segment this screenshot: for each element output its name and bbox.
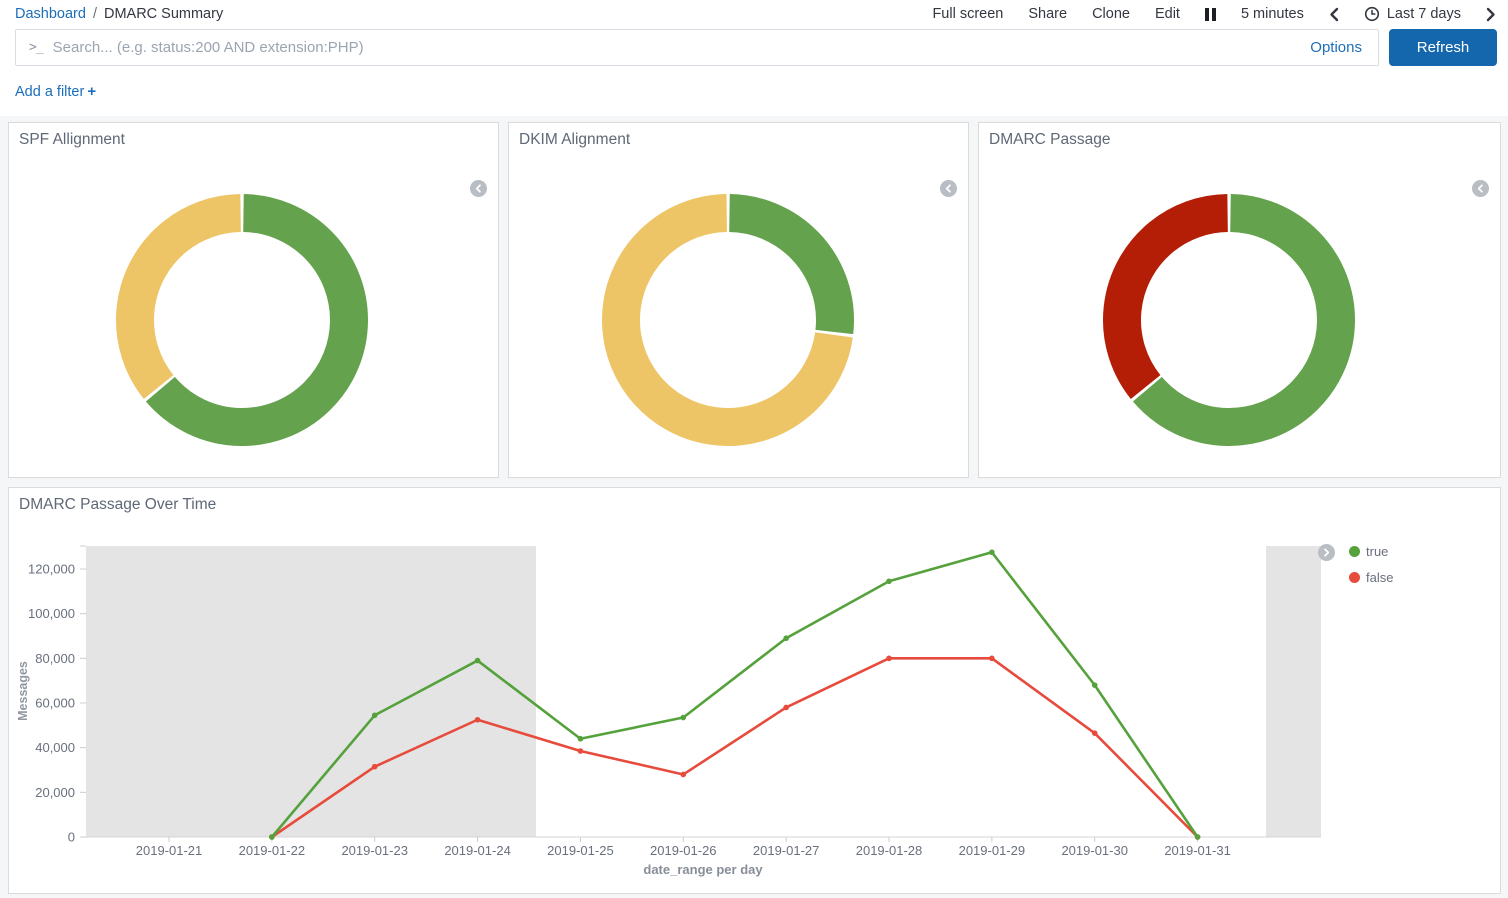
chevron-left-icon [1476,184,1485,193]
chevron-right-icon [1322,548,1331,557]
data-point-true[interactable] [475,658,481,664]
top-bar: Dashboard / DMARC Summary Full screen Sh… [0,0,1508,26]
y-tick-label: 60,000 [35,696,75,711]
chevron-left-icon [1329,7,1339,22]
y-tick-label: 100,000 [28,606,75,621]
data-point-true[interactable] [680,715,686,721]
data-point-true[interactable] [578,736,584,742]
collapse-legend-button[interactable] [1472,180,1489,197]
legend-item-false[interactable]: false [1349,567,1393,588]
breadcrumb-current: DMARC Summary [104,6,223,22]
data-point-true[interactable] [989,549,995,555]
data-point-false[interactable] [475,717,481,723]
time-back-button[interactable] [1329,7,1339,22]
x-tick-label: 2019-01-25 [547,843,614,858]
plus-icon: + [87,83,96,100]
add-filter-label: Add a filter [15,84,84,100]
x-tick-label: 2019-01-23 [341,843,408,858]
spf-donut-chart[interactable] [102,180,382,460]
options-button[interactable]: Options [1294,39,1378,56]
y-axis-title: Messages [16,661,30,721]
x-tick-label: 2019-01-26 [650,843,717,858]
panel-title: DMARC Passage [989,131,1110,149]
data-point-false[interactable] [989,656,995,662]
data-point-false[interactable] [1092,730,1098,736]
search-input[interactable] [53,39,1295,56]
dkim-alignment-panel: DKIM Alignment [508,122,969,478]
x-tick-label: 2019-01-31 [1164,843,1231,858]
collapse-legend-button[interactable] [940,180,957,197]
x-tick-label: 2019-01-28 [856,843,923,858]
terminal-prompt-icon: >_ [16,40,53,55]
share-button[interactable]: Share [1028,6,1067,22]
y-tick-label: 0 [68,830,75,845]
full-screen-button[interactable]: Full screen [932,6,1003,22]
y-tick-label: 120,000 [28,562,75,577]
data-point-true[interactable] [783,635,789,641]
breadcrumb-separator: / [93,6,97,22]
clock-icon [1364,6,1380,22]
collapse-legend-button[interactable] [470,180,487,197]
partial-bucket-band-left [86,546,536,837]
data-point-false[interactable] [578,748,584,754]
panel-title: SPF Allignment [19,131,125,149]
chevron-left-icon [474,184,483,193]
search-row: >_ Options Refresh [0,26,1508,66]
x-tick-label: 2019-01-30 [1061,843,1128,858]
y-tick-label: 20,000 [35,785,75,800]
top-menu: Full screen Share Clone Edit 5 minutes L… [932,6,1496,22]
data-point-true[interactable] [1092,682,1098,688]
dmarc-donut-chart[interactable] [1089,180,1369,460]
clone-button[interactable]: Clone [1092,6,1130,22]
data-point-true[interactable] [269,834,275,840]
legend-label: false [1366,570,1393,585]
legend-label: true [1366,544,1388,559]
dmarc-over-time-panel: DMARC Passage Over Time 020,00040,00060,… [8,487,1501,894]
x-tick-label: 2019-01-22 [239,843,306,858]
pause-icon [1205,8,1216,21]
x-tick-label: 2019-01-21 [136,843,203,858]
chart-legend: true false [1349,541,1393,588]
data-point-true[interactable] [372,712,378,718]
legend-toggle-button[interactable] [1318,544,1335,561]
legend-dot [1349,572,1360,583]
chevron-left-icon [944,184,953,193]
data-point-false[interactable] [886,656,892,662]
spf-alignment-panel: SPF Allignment [8,122,499,478]
x-tick-label: 2019-01-24 [444,843,511,858]
panel-title: DKIM Alignment [519,131,630,149]
search-box: >_ Options [15,29,1379,66]
dashboard-area: SPF Allignment DKIM Alignment DMARC Pass… [0,116,1508,898]
dmarc-over-time-chart[interactable]: 0 20,000 40,000 60,000 80,000 100,000 120,000 2… [9,488,1500,892]
dmarc-passage-panel: DMARC Passage [978,122,1501,478]
y-tick-label: 80,000 [35,651,75,666]
x-tick-label: 2019-01-29 [959,843,1026,858]
breadcrumb: Dashboard / DMARC Summary [15,6,223,22]
time-range-label: Last 7 days [1387,6,1461,22]
data-point-true[interactable] [886,578,892,584]
data-point-false[interactable] [680,772,686,778]
partial-bucket-band-right [1266,546,1321,837]
legend-dot [1349,546,1360,557]
add-filter-button[interactable]: Add a filter+ [15,84,96,100]
edit-button[interactable]: Edit [1155,6,1180,22]
x-axis-title: date_range per day [643,862,763,877]
time-range-button[interactable]: Last 7 days [1364,6,1461,22]
legend-item-true[interactable]: true [1349,541,1393,562]
time-forward-button[interactable] [1486,7,1496,22]
filter-row: Add a filter+ [0,66,1508,100]
refresh-interval-button[interactable]: 5 minutes [1241,6,1304,22]
x-tick-label: 2019-01-27 [753,843,820,858]
data-point-false[interactable] [372,764,378,770]
chevron-right-icon [1486,7,1496,22]
y-tick-label: 40,000 [35,740,75,755]
pause-autorefresh-button[interactable] [1205,8,1216,21]
dkim-donut-chart[interactable] [588,180,868,460]
breadcrumb-dashboard-link[interactable]: Dashboard [15,6,86,22]
data-point-true[interactable] [1195,834,1201,840]
refresh-button[interactable]: Refresh [1389,29,1497,66]
data-point-false[interactable] [783,705,789,711]
